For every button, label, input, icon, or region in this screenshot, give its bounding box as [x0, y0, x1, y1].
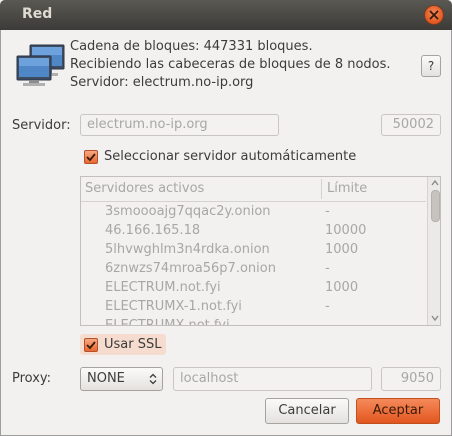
servers-list-scrollbar[interactable]	[427, 177, 440, 325]
header-separator	[321, 179, 322, 199]
status-blockchain: Cadena de bloques: 447331 bloques.	[70, 39, 313, 54]
server-row[interactable]: 6znwzs74mroa56p7.onion -	[81, 261, 426, 280]
close-icon	[429, 10, 439, 20]
status-info: Cadena de bloques: 447331 bloques. Recib…	[70, 38, 391, 92]
server-row-host: 3smoooajg7qqac2y.onion	[105, 204, 271, 219]
server-port-field[interactable]: 50002	[381, 114, 441, 136]
server-row-host: 6znwzs74mroa56p7.onion	[105, 261, 276, 276]
server-label: Servidor:	[12, 118, 71, 133]
server-row-limit: 10000	[325, 223, 367, 238]
proxy-label: Proxy:	[12, 371, 52, 386]
server-host-field[interactable]: electrum.no-ip.org	[80, 114, 279, 136]
proxy-mode-value: NONE	[87, 371, 125, 386]
help-button[interactable]: ?	[421, 55, 441, 77]
header-limit[interactable]: Límite	[327, 181, 367, 196]
server-row-limit: -	[325, 261, 330, 276]
server-row-host: 46.166.165.18	[105, 223, 201, 238]
status-headers: Recibiendo las cabeceras de bloques de 8…	[70, 57, 391, 72]
proxy-mode-select[interactable]: NONE	[80, 367, 163, 391]
server-row[interactable]: ELECTRUMX.not.fyi	[81, 318, 426, 326]
window-title: Red	[22, 6, 53, 22]
checkmark-icon	[86, 153, 96, 162]
servers-list[interactable]: Servidores activos Límite 3smoooajg7qqac…	[80, 176, 441, 326]
scroll-down-icon[interactable]	[431, 314, 439, 322]
scroll-up-icon[interactable]	[431, 179, 439, 187]
cancel-button[interactable]: Cancelar	[265, 398, 349, 424]
server-row[interactable]: 3smoooajg7qqac2y.onion -	[81, 204, 426, 223]
titlebar[interactable]: Red	[0, 0, 452, 30]
server-row[interactable]: 5lhvwghlm3n4rdka.onion 1000	[81, 242, 426, 261]
server-row[interactable]: ELECTRUMX-1.not.fyi -	[81, 299, 426, 318]
server-row-limit: -	[325, 204, 330, 219]
auto-select-checkbox[interactable]	[84, 150, 98, 164]
server-row[interactable]: ELECTRUM.not.fyi 1000	[81, 280, 426, 299]
server-row-host: 5lhvwghlm3n4rdka.onion	[105, 242, 270, 257]
ssl-label[interactable]: Usar SSL	[104, 337, 161, 352]
scroll-thumb[interactable]	[431, 190, 440, 222]
network-dialog: Red Cadena de bloques: 447331 bloques. R…	[0, 0, 452, 436]
proxy-port-field[interactable]: 9050	[381, 367, 441, 391]
close-button[interactable]	[425, 6, 443, 24]
network-icon	[16, 44, 65, 86]
server-row-host: ELECTRUMX.not.fyi	[105, 318, 230, 326]
server-row-limit: 1000	[325, 242, 359, 257]
ssl-checkbox[interactable]	[84, 338, 98, 352]
accept-button[interactable]: Aceptar	[356, 398, 440, 424]
server-row-limit: -	[325, 299, 330, 314]
server-row-limit: 1000	[325, 280, 359, 295]
header-active-servers[interactable]: Servidores activos	[85, 181, 204, 196]
server-row-host: ELECTRUM.not.fyi	[105, 280, 221, 295]
auto-select-label[interactable]: Seleccionar servidor automáticamente	[104, 149, 356, 164]
proxy-host-field[interactable]: localhost	[173, 367, 372, 391]
select-arrows-icon	[149, 373, 157, 385]
servers-list-header: Servidores activos Límite	[81, 177, 426, 202]
status-server: Servidor: electrum.no-ip.org	[70, 75, 254, 90]
server-row-host: ELECTRUMX-1.not.fyi	[105, 299, 242, 314]
checkmark-icon	[86, 341, 96, 350]
server-row[interactable]: 46.166.165.18 10000	[81, 223, 426, 242]
